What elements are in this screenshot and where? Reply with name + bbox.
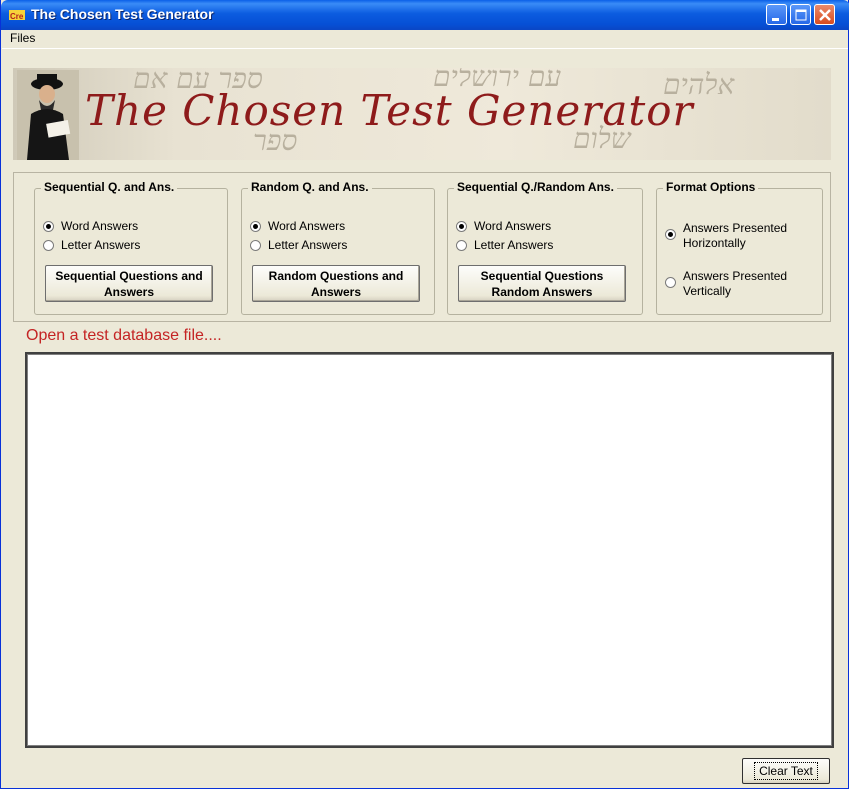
- maximize-button[interactable]: [790, 4, 811, 25]
- group-format-options: Format Options Answers Presented Horizon…: [656, 180, 823, 315]
- radio-circle[interactable]: [665, 229, 676, 240]
- rabbi-figure-image: [17, 70, 79, 160]
- maximize-icon: [795, 9, 807, 21]
- clear-text-label: Clear Text: [754, 762, 818, 780]
- group-legend: Format Options: [663, 180, 759, 194]
- clear-text-button[interactable]: Clear Text: [742, 758, 830, 784]
- radio-label: Word Answers: [474, 219, 552, 233]
- app-window: Cre The Chosen Test Generator Files ספר …: [0, 0, 849, 789]
- minimize-icon: [772, 18, 779, 21]
- app-icon: Cre: [9, 10, 25, 21]
- close-button[interactable]: [814, 4, 835, 25]
- radio-horizontal[interactable]: Answers Presented Horizontally: [665, 221, 815, 253]
- sequential-questions-button[interactable]: Sequential Questions and Answers: [45, 265, 213, 302]
- radio-label: Answers Presented Vertically: [683, 269, 788, 298]
- group-legend: Random Q. and Ans.: [248, 180, 372, 194]
- radio-circle[interactable]: [456, 221, 467, 232]
- group-legend: Sequential Q. and Ans.: [41, 180, 178, 194]
- group-legend: Sequential Q./Random Ans.: [454, 180, 617, 194]
- output-text-area[interactable]: [25, 352, 834, 748]
- banner-title: The Chosen Test Generator: [85, 86, 694, 135]
- window-title: The Chosen Test Generator: [31, 6, 214, 22]
- group-sequential-random: Sequential Q./Random Ans. Word Answers L…: [447, 180, 643, 315]
- radio-circle[interactable]: [250, 221, 261, 232]
- radio-circle[interactable]: [43, 240, 54, 251]
- status-message: Open a test database file....: [26, 327, 222, 344]
- radio-circle[interactable]: [250, 240, 261, 251]
- minimize-button[interactable]: [766, 4, 787, 25]
- radio-label: Letter Answers: [474, 238, 554, 252]
- banner-image: ספר עם אם עם ירושלים אלהים ספר שלום The …: [13, 68, 831, 160]
- radio-circle[interactable]: [456, 240, 467, 251]
- radio-label: Answers Presented Horizontally: [683, 221, 788, 250]
- svg-text:Cre: Cre: [10, 12, 24, 21]
- radio-label: Word Answers: [61, 219, 139, 233]
- radio-circle[interactable]: [665, 277, 676, 288]
- random-questions-button[interactable]: Random Questions and Answers: [252, 265, 420, 302]
- sequential-random-button[interactable]: Sequential Questions Random Answers: [458, 265, 626, 302]
- menu-bar: Files: [2, 30, 848, 49]
- radio-vertical[interactable]: Answers Presented Vertically: [665, 269, 815, 301]
- radio-circle[interactable]: [43, 221, 54, 232]
- radio-label: Letter Answers: [61, 238, 141, 252]
- title-bar[interactable]: Cre The Chosen Test Generator: [1, 0, 849, 30]
- radio-label: Letter Answers: [268, 238, 348, 252]
- menu-files[interactable]: Files: [10, 31, 35, 45]
- radio-label: Word Answers: [268, 219, 346, 233]
- group-sequential: Sequential Q. and Ans. Word Answers Lett…: [34, 180, 228, 315]
- group-random: Random Q. and Ans. Word Answers Letter A…: [241, 180, 435, 315]
- close-icon: [819, 9, 831, 21]
